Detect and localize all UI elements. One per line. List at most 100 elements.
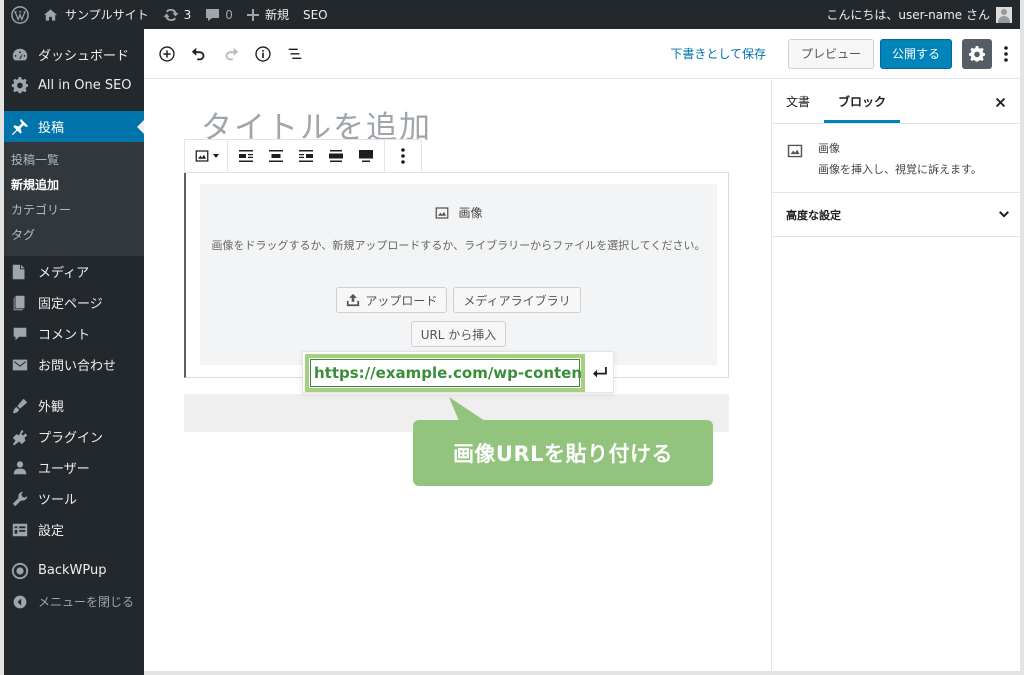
info-button[interactable] (247, 38, 279, 70)
plugin-icon (10, 427, 30, 447)
seo-link[interactable]: SEO (296, 0, 335, 29)
sidebar-item-all-in-one-seo[interactable]: All in One SEO (4, 70, 144, 101)
sidebar-item-label: ツール (38, 493, 78, 508)
sidebar-item-contact[interactable]: お問い合わせ (4, 349, 144, 380)
sidebar-item-media[interactable]: メディア (4, 256, 144, 287)
pin-icon (10, 117, 30, 137)
full-width-button[interactable] (351, 141, 381, 171)
backwpup-icon (10, 561, 30, 581)
seo-label: SEO (302, 7, 328, 22)
sidebar-item-posts[interactable]: 投稿 (4, 111, 145, 142)
save-draft-button[interactable]: 下書きとして保存 (670, 45, 766, 62)
submenu-item-add-new[interactable]: 新規追加 (4, 173, 144, 198)
settings-tabs: 文書 ブロック (772, 80, 1020, 124)
redo-icon (222, 45, 240, 63)
account-link[interactable]: こんにちは、user-name さん (819, 0, 990, 29)
caret-down-icon (212, 154, 219, 158)
outline-button[interactable] (279, 38, 311, 70)
undo-button[interactable] (183, 38, 215, 70)
image-icon (194, 148, 210, 164)
url-submit-button[interactable] (587, 360, 613, 386)
image-icon (786, 142, 804, 176)
more-options-button[interactable] (996, 38, 1016, 70)
gear-icon (10, 76, 30, 96)
publish-button[interactable]: 公開する (879, 38, 952, 69)
align-left-icon (238, 149, 254, 163)
sidebar-item-tools[interactable]: ツール (4, 483, 144, 514)
chevron-down-icon (998, 210, 1010, 219)
close-panel-button[interactable] (990, 92, 1010, 112)
advanced-settings-label: 高度な設定 (786, 208, 841, 222)
sidebar-item-appearance[interactable]: 外観 (4, 390, 144, 421)
collapse-icon (10, 592, 30, 612)
vertical-ellipsis-icon (1003, 45, 1009, 63)
wrench-icon (10, 489, 30, 509)
tab-block[interactable]: ブロック (824, 79, 901, 123)
block-more-options-button[interactable] (388, 141, 418, 171)
sidebar-item-plugins[interactable]: プラグイン (4, 421, 144, 452)
new-label: 新規 (264, 8, 289, 22)
info-icon (254, 45, 272, 63)
align-center-button[interactable] (261, 141, 291, 171)
site-name: サンプルサイト (65, 8, 149, 22)
advanced-settings-toggle[interactable]: 高度な設定 (772, 193, 1020, 237)
block-type-switcher[interactable] (188, 141, 224, 171)
sidebar-item-label: 外観 (38, 400, 65, 415)
posts-submenu: 投稿一覧 新規追加 カテゴリー タグ (4, 142, 144, 256)
page-icon (10, 293, 30, 313)
mail-icon (10, 355, 30, 375)
gear-icon (969, 45, 985, 62)
image-block[interactable]: 画像 画像をドラッグするか、新規アップロードするか、ライブラリーからファイルを選… (184, 172, 729, 378)
sidebar-item-label: 設定 (38, 524, 65, 539)
sidebar-item-label: 固定ページ (38, 297, 103, 312)
add-block-button[interactable] (151, 38, 183, 70)
wordpress-logo-icon[interactable] (4, 0, 36, 29)
settings-sidebar: 文書 ブロック 画像 画像を挿入し、視覚に訴えます。 高度な設定 (771, 80, 1020, 670)
sidebar-item-label: ダッシュボード (38, 49, 130, 64)
comments-count: 0 (225, 7, 233, 22)
undo-icon (190, 45, 208, 63)
admin-bar: サンプルサイト 3 0 新規 SEO こんにちは、user-name さん (4, 0, 1020, 29)
user-icon (10, 458, 30, 478)
comments-link[interactable]: 0 (198, 0, 240, 29)
url-input[interactable]: https://example.com/wp-content/ (305, 354, 585, 392)
updates-link[interactable]: 3 (156, 0, 199, 29)
image-icon (434, 205, 458, 221)
updates-icon (163, 7, 179, 23)
sidebar-item-settings[interactable]: 設定 (4, 514, 144, 545)
full-width-icon (358, 149, 374, 163)
wide-width-icon (328, 149, 344, 163)
site-name-link[interactable]: サンプルサイト (36, 0, 156, 29)
submenu-item-tags[interactable]: タグ (4, 223, 144, 248)
tab-document[interactable]: 文書 (772, 79, 824, 123)
vertical-ellipsis-icon (400, 147, 406, 165)
url-input-popover: https://example.com/wp-content/ (302, 351, 614, 393)
updates-count: 3 (183, 7, 192, 22)
align-right-icon (298, 149, 314, 163)
upload-icon (346, 293, 365, 307)
sidebar-item-users[interactable]: ユーザー (4, 452, 144, 483)
plus-icon (246, 8, 259, 21)
sidebar-item-pages[interactable]: 固定ページ (4, 287, 144, 318)
dashboard-icon (10, 45, 30, 65)
sidebar-item-comments[interactable]: コメント (4, 318, 144, 349)
media-icon (10, 262, 30, 282)
preview-button[interactable]: プレビュー (787, 38, 874, 69)
submenu-item-categories[interactable]: カテゴリー (4, 198, 144, 223)
insert-from-url-button[interactable]: URL から挿入 (410, 321, 507, 347)
comment-icon (205, 8, 220, 22)
collapse-menu-button[interactable]: メニューを閉じる (4, 586, 144, 617)
new-content-link[interactable]: 新規 (240, 0, 296, 29)
settings-toggle-button[interactable] (962, 38, 992, 69)
wide-width-button[interactable] (321, 141, 351, 171)
submenu-item-all-posts[interactable]: 投稿一覧 (4, 148, 144, 173)
avatar[interactable] (996, 6, 1012, 23)
sidebar-item-backwpup[interactable]: BackWPup (4, 555, 144, 586)
redo-button[interactable] (215, 38, 247, 70)
image-block-title: 画像 (458, 206, 483, 220)
align-right-button[interactable] (291, 141, 321, 171)
upload-button[interactable]: アップロード (336, 287, 448, 313)
media-library-button[interactable]: メディアライブラリ (453, 287, 581, 313)
align-left-button[interactable] (231, 141, 261, 171)
sidebar-item-dashboard[interactable]: ダッシュボード (4, 39, 144, 70)
